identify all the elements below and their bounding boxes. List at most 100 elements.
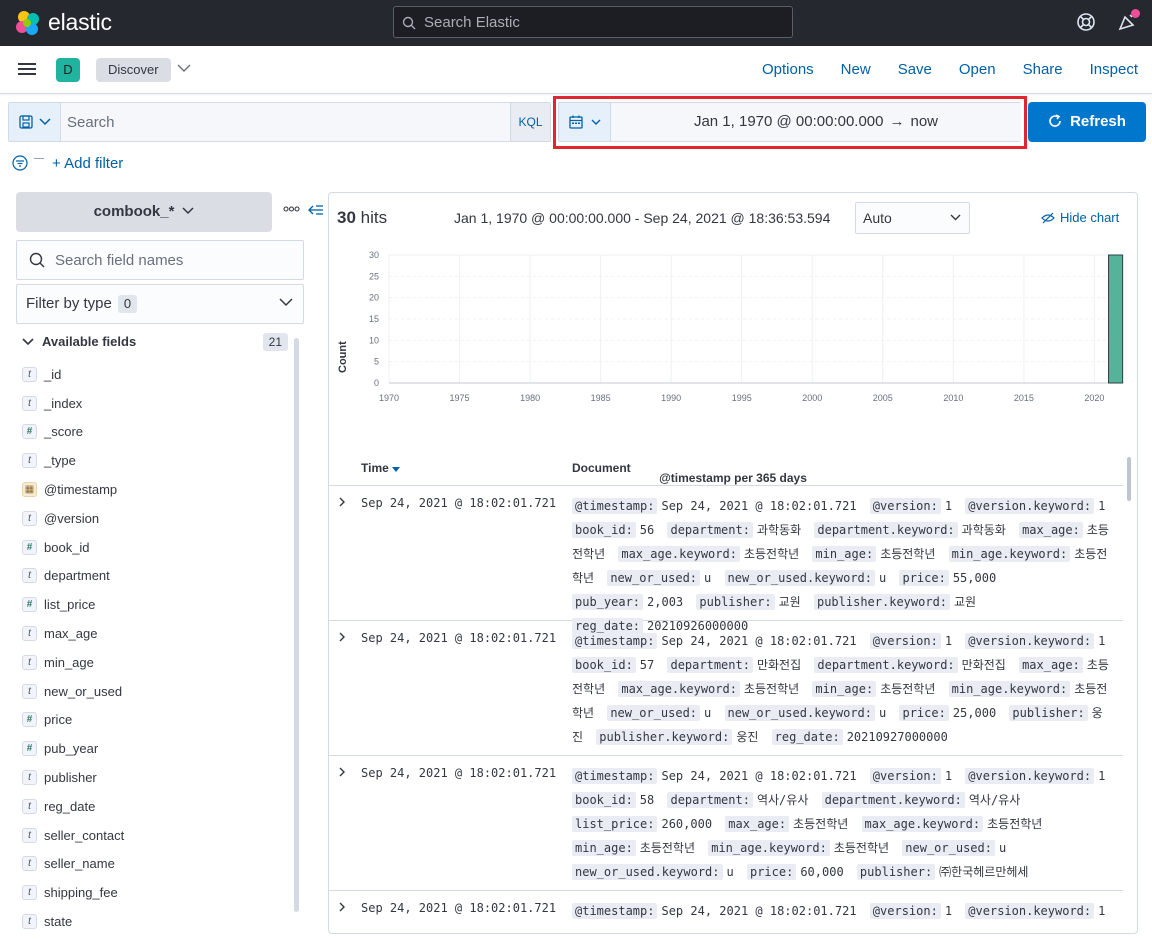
elastic-logo-icon[interactable] <box>14 9 42 37</box>
table-row[interactable]: Sep 24, 2021 @ 18:02:01.721 @timestamp: Se… <box>329 756 1123 891</box>
field-item[interactable]: t min_age <box>22 648 292 677</box>
field-name: state <box>44 914 73 930</box>
more-options-icon[interactable] <box>283 206 300 212</box>
field-item[interactable]: t _index <box>22 389 292 418</box>
field-item[interactable]: t department <box>22 562 292 591</box>
x-tick-label: 2015 <box>1014 393 1034 403</box>
field-item[interactable]: t _type <box>22 446 292 475</box>
field-value: 1 <box>1098 499 1106 513</box>
field-item[interactable]: t state <box>22 907 292 936</box>
field-item[interactable]: t _id <box>22 360 292 389</box>
y-tick-label: 20 <box>369 293 379 303</box>
field-value: 초등전학년 <box>833 841 890 855</box>
expand-row-icon[interactable] <box>338 901 346 913</box>
index-pattern-selector[interactable]: combook_* <box>16 192 272 232</box>
open-link[interactable]: Open <box>959 61 996 78</box>
date-start[interactable]: Jan 1, 1970 @ 00:00:00.000 <box>694 113 884 130</box>
global-search[interactable] <box>393 6 793 38</box>
field-item[interactable]: # book_id <box>22 533 292 562</box>
histogram-svg: 0 5 10 15 20 25 30 1970 1975 1980 1985 1990 1995 2000… <box>369 250 1124 403</box>
field-key: department: <box>667 657 753 673</box>
calendar-icon <box>569 115 583 129</box>
field-key: max_age.keyword: <box>618 546 740 562</box>
field-item[interactable]: # _score <box>22 418 292 447</box>
field-key: department: <box>667 522 753 538</box>
field-item[interactable]: t shipping_fee <box>22 878 292 907</box>
interval-select[interactable]: Auto <box>855 202 970 234</box>
saved-query-button[interactable] <box>9 103 61 141</box>
expand-row-icon[interactable] <box>338 496 346 508</box>
field-key: @version.keyword: <box>965 768 1095 784</box>
chevron-down-icon[interactable] <box>177 63 191 73</box>
quick-select-button[interactable] <box>559 103 611 141</box>
field-value: 25,000 <box>952 706 997 720</box>
results-scrollbar[interactable] <box>1127 457 1131 501</box>
interval-value: Auto <box>863 210 892 226</box>
global-search-input[interactable] <box>424 7 784 37</box>
field-value: 1 <box>944 904 953 918</box>
space-avatar[interactable]: D <box>56 58 80 82</box>
string-type-icon: t <box>22 626 37 642</box>
available-fields-count: 21 <box>262 333 288 351</box>
field-search[interactable] <box>16 240 304 280</box>
field-item[interactable]: # pub_year <box>22 734 292 763</box>
field-value: 2,003 <box>647 595 684 609</box>
field-key: @version: <box>869 633 941 649</box>
field-item[interactable]: t new_or_used <box>22 677 292 706</box>
table-row[interactable]: Sep 24, 2021 @ 18:02:01.721 @timestamp: Se… <box>329 486 1123 634</box>
expand-row-icon[interactable] <box>338 631 346 643</box>
inspect-link[interactable]: Inspect <box>1090 61 1138 78</box>
table-row[interactable]: Sep 24, 2021 @ 18:02:01.721 @timestamp: Se… <box>329 891 1123 933</box>
hide-chart-button[interactable]: Hide chart <box>1041 210 1119 225</box>
time-range-text: Jan 1, 1970 @ 00:00:00.000 - Sep 24, 202… <box>454 210 831 226</box>
news-feed-icon[interactable] <box>1116 9 1140 33</box>
field-value: u <box>879 571 887 585</box>
sidebar-scrollbar[interactable] <box>294 338 299 912</box>
expand-row-icon[interactable] <box>338 766 346 778</box>
field-key: min_age.keyword: <box>708 840 830 856</box>
field-item[interactable]: t @version <box>22 504 292 533</box>
field-name: max_age <box>44 626 98 642</box>
breadcrumb-discover[interactable]: Discover <box>96 58 171 82</box>
field-value: u <box>726 865 734 879</box>
date-range-display[interactable]: Jan 1, 1970 @ 00:00:00.000 → now <box>611 103 1021 141</box>
field-item[interactable]: t seller_name <box>22 850 292 879</box>
field-item[interactable]: t max_age <box>22 619 292 648</box>
brand-name: elastic <box>48 9 112 35</box>
column-header-time[interactable]: Time <box>361 461 400 475</box>
field-item[interactable]: t seller_contact <box>22 821 292 850</box>
field-name: reg_date <box>44 798 96 814</box>
field-value: 60,000 <box>800 865 844 879</box>
field-item[interactable]: ▦ @timestamp <box>22 475 292 504</box>
query-language-button[interactable]: KQL <box>510 103 550 141</box>
refresh-button[interactable]: Refresh <box>1028 102 1146 142</box>
field-search-input[interactable] <box>55 241 295 279</box>
field-value: 1 <box>944 769 953 783</box>
field-item[interactable]: # price <box>22 706 292 735</box>
save-link[interactable]: Save <box>898 61 932 78</box>
field-value: 1 <box>1098 634 1106 648</box>
share-link[interactable]: Share <box>1023 61 1063 78</box>
table-row[interactable]: Sep 24, 2021 @ 18:02:01.721 @timestamp: Se… <box>329 621 1123 756</box>
menu-toggle-button[interactable] <box>18 60 38 80</box>
field-item[interactable]: t publisher <box>22 763 292 792</box>
collapse-sidebar-icon[interactable] <box>308 203 324 217</box>
field-item[interactable]: # list_price <box>22 590 292 619</box>
sort-descending-icon[interactable] <box>391 467 400 473</box>
filter-options-icon[interactable] <box>12 155 28 171</box>
new-link[interactable]: New <box>841 61 871 78</box>
add-filter-button[interactable]: + Add filter <box>52 155 123 172</box>
chevron-down-icon <box>950 214 961 221</box>
filter-by-type-button[interactable]: Filter by type 0 <box>16 284 304 324</box>
options-link[interactable]: Options <box>762 61 814 78</box>
index-pattern-name: combook_* <box>93 203 175 220</box>
help-icon[interactable] <box>1076 12 1096 32</box>
date-end[interactable]: now <box>911 113 939 130</box>
field-value: Sep 24, 2021 @ 18:02:01.721 <box>661 769 857 783</box>
available-fields-header[interactable]: Available fields 21 <box>22 333 288 354</box>
number-type-icon: # <box>22 741 37 757</box>
field-key: book_id: <box>572 522 636 538</box>
field-item[interactable]: t reg_date <box>22 792 292 821</box>
query-input[interactable] <box>67 103 507 141</box>
x-tick-label: 1995 <box>732 393 752 403</box>
